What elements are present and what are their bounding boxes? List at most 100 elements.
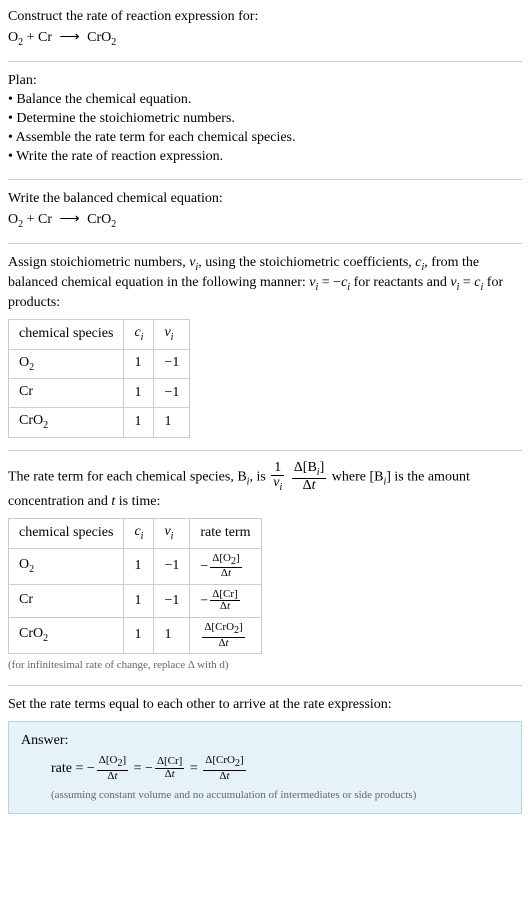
- th-ci-sub: i: [141, 332, 144, 343]
- rf2-den-d: Δ: [165, 768, 172, 780]
- plan-section: Plan: • Balance the chemical equation. •…: [8, 72, 522, 166]
- th-species: chemical species: [9, 519, 124, 548]
- rt-den-t: t: [228, 567, 231, 579]
- rt-den-d: Δ: [220, 600, 227, 612]
- species-text: CrO: [19, 413, 43, 428]
- plan-bullet-4: • Write the rate of reaction expression.: [8, 148, 522, 167]
- nui-cell: −1: [154, 584, 190, 617]
- reactant-o2: O: [8, 30, 18, 45]
- rf2-den: Δt: [155, 769, 184, 781]
- balanced-cro2-sub: 2: [111, 218, 116, 229]
- rf3-num: Δ[CrO2]: [203, 755, 245, 771]
- divider: [8, 179, 522, 180]
- rt-num: Δ[CrO2]: [202, 622, 244, 638]
- divider: [8, 450, 522, 451]
- stoich-table-1: chemical species ci νi O2 1 −1 Cr 1 −1 C…: [8, 319, 190, 437]
- rf3-num-b: ]: [240, 754, 244, 766]
- prompt-line1: Construct the rate of reaction expressio…: [8, 8, 522, 27]
- rate-eq-1: = −: [130, 761, 153, 776]
- species-cell: CrO2: [9, 408, 124, 437]
- final-section: Set the rate terms equal to each other t…: [8, 696, 522, 814]
- infinitesimal-note: (for infinitesimal rate of change, repla…: [8, 658, 522, 673]
- balanced-heading: Write the balanced chemical equation:: [8, 190, 522, 209]
- final-heading: Set the rate terms equal to each other t…: [8, 696, 522, 715]
- species-cell: Cr: [9, 584, 124, 617]
- rt-frac2-den-t: t: [312, 478, 316, 493]
- divider: [8, 685, 522, 686]
- ci-cell: 1: [124, 618, 154, 654]
- rt-num-a: Δ[CrO: [204, 621, 234, 633]
- th-species: chemical species: [9, 320, 124, 349]
- species-sub: 2: [29, 361, 34, 372]
- rt-frac1-den: νi: [271, 476, 284, 493]
- rt-text-e: is time:: [115, 494, 160, 509]
- rate-frac-2: Δ[Cr]Δt: [155, 756, 184, 780]
- ci-cell: 1: [124, 408, 154, 437]
- nui-cell: 1: [154, 408, 190, 437]
- rt-text-b: , is: [249, 469, 269, 484]
- rt-frac2-den: Δt: [292, 479, 326, 494]
- rf1-den-t: t: [114, 770, 117, 782]
- rt-num-a: Δ[O: [212, 552, 231, 564]
- rt-frac: Δ[O2]Δt: [210, 553, 241, 580]
- arrow-icon: ⟶: [60, 211, 80, 230]
- answer-box: Answer: rate = −Δ[O2]Δt = −Δ[Cr]Δt = Δ[C…: [8, 721, 522, 814]
- th-ci-sub: i: [141, 531, 144, 542]
- balanced-o2: O: [8, 212, 18, 227]
- plan-bullet-1: • Balance the chemical equation.: [8, 91, 522, 110]
- species-sub: 2: [29, 564, 34, 575]
- th-nui-sub: i: [171, 332, 174, 343]
- nui-cell: −1: [154, 349, 190, 378]
- rt-den-d: Δ: [221, 567, 228, 579]
- rt-frac-1: 1 νi: [271, 461, 284, 494]
- rate-eq-2: =: [186, 761, 201, 776]
- rt-frac-2: Δ[Bi] Δt: [292, 461, 326, 494]
- rate-term-cell: −Δ[O2]Δt: [190, 548, 261, 584]
- rt-num-b: ]: [239, 621, 243, 633]
- species-sub: 2: [43, 420, 48, 431]
- plan-bullet-2: • Determine the stoichiometric numbers.: [8, 110, 522, 129]
- rt-text-a: The rate term for each chemical species,…: [8, 469, 247, 484]
- rf1-num-a: Δ[O: [99, 754, 118, 766]
- assign-text-d: for reactants and: [350, 275, 450, 290]
- rate-frac-1: Δ[O2]Δt: [97, 755, 128, 782]
- rf3-den: Δt: [203, 771, 245, 783]
- stoich-table-2: chemical species ci νi rate term O2 1 −1…: [8, 518, 262, 654]
- table-header-row: chemical species ci νi rate term: [9, 519, 262, 548]
- species-cell: CrO2: [9, 618, 124, 654]
- species-text: O: [19, 557, 29, 572]
- th-nui-sub: i: [171, 531, 174, 542]
- ci-cell: 1: [124, 584, 154, 617]
- assign-text: Assign stoichiometric numbers, νi, using…: [8, 254, 522, 313]
- species-cell: O2: [9, 349, 124, 378]
- divider: [8, 243, 522, 244]
- rt-den-t: t: [227, 600, 230, 612]
- rt-frac2-num-b: ]: [320, 460, 325, 475]
- th-ci: ci: [124, 519, 154, 548]
- rt-frac: Δ[CrO2]Δt: [202, 622, 244, 649]
- rt-num-b: ]: [236, 552, 240, 564]
- assign-text-b: , using the stoichiometric coefficients,: [198, 255, 415, 270]
- answer-label: Answer:: [21, 732, 509, 751]
- table-row: Cr 1 −1 −Δ[Cr]Δt: [9, 584, 262, 617]
- ci-cell: 1: [124, 349, 154, 378]
- rf3-den-t: t: [226, 770, 229, 782]
- nui-cell: −1: [154, 378, 190, 407]
- nui-cell: 1: [154, 618, 190, 654]
- th-nui: νi: [154, 519, 190, 548]
- product-cro2: CrO: [84, 30, 112, 45]
- rate-term-cell: −Δ[Cr]Δt: [190, 584, 261, 617]
- product-cro2-sub: 2: [111, 37, 116, 48]
- rf1-den: Δt: [97, 771, 128, 783]
- rt-frac: Δ[Cr]Δt: [210, 589, 239, 613]
- rt-frac2-den-d: Δ: [303, 478, 312, 493]
- table-row: O2 1 −1 −Δ[O2]Δt: [9, 548, 262, 584]
- rt-num: Δ[O2]: [210, 553, 241, 569]
- rf1-num-b: ]: [122, 754, 126, 766]
- rt-den-d: Δ: [218, 637, 225, 649]
- species-text: Cr: [19, 384, 33, 399]
- divider: [8, 61, 522, 62]
- balanced-equation: O2 + Cr ⟶ CrO2: [8, 211, 522, 231]
- ci-cell: 1: [124, 378, 154, 407]
- rt-den: Δt: [210, 601, 239, 613]
